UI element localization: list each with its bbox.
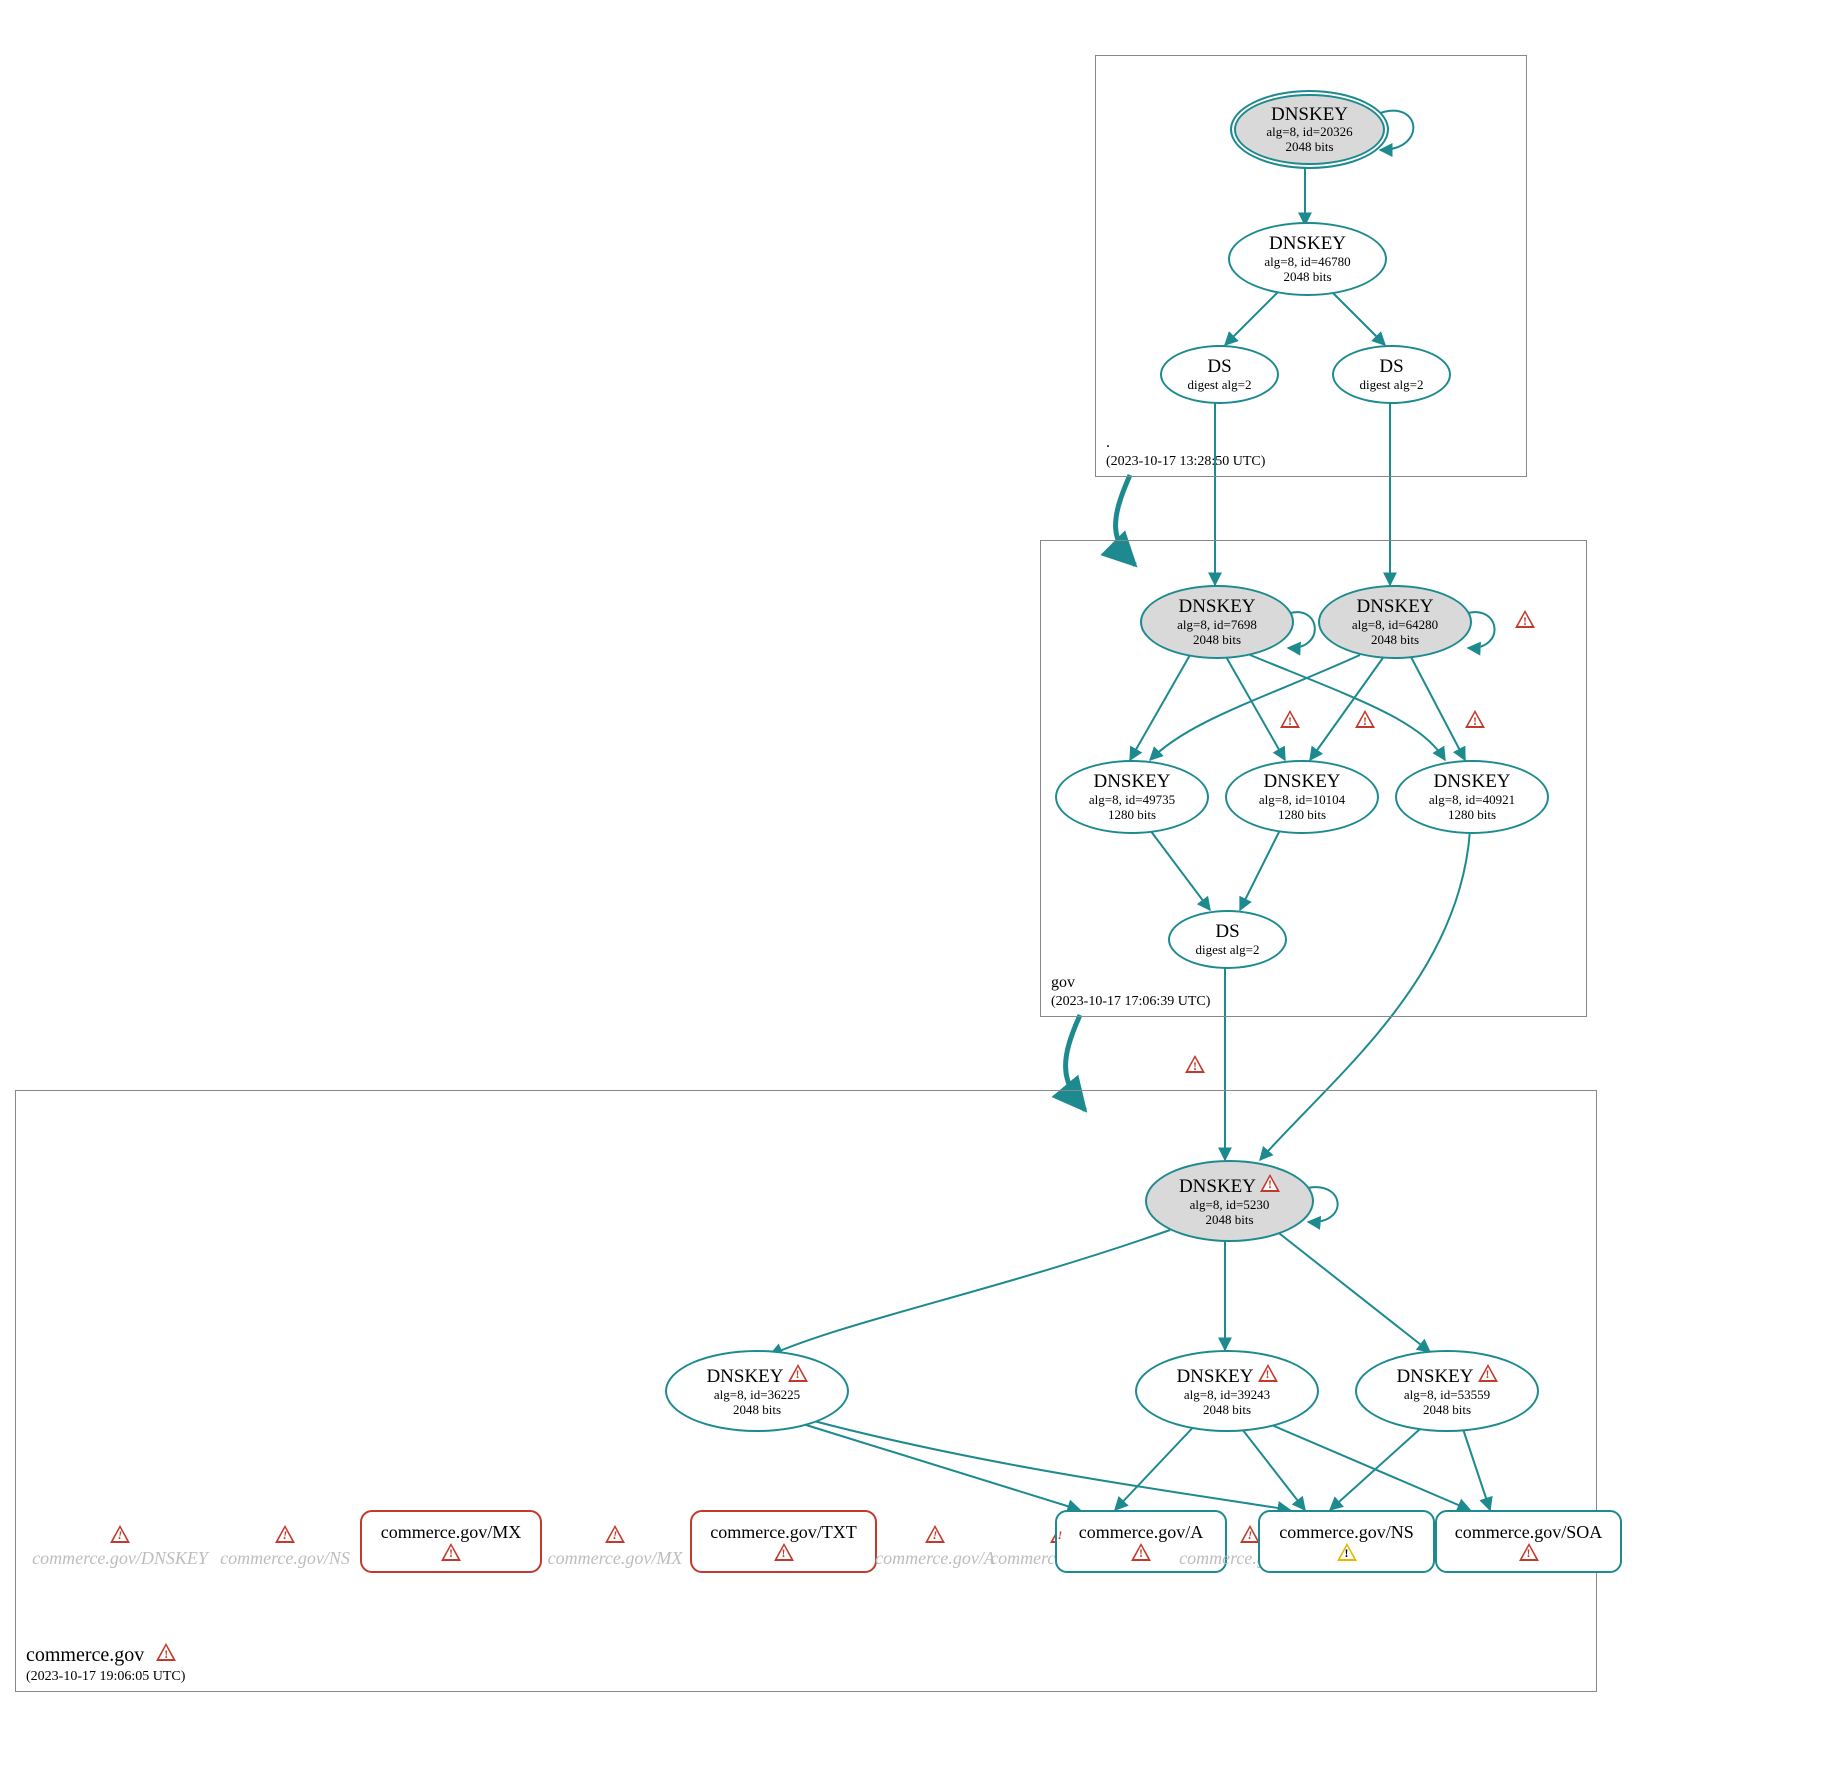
warning-icon: ! <box>1260 1174 1280 1192</box>
dnskey-gov-64280-bits: 2048 bits <box>1371 633 1419 648</box>
dnskey-com-36225[interactable]: DNSKEY ! alg=8, id=36225 2048 bits <box>665 1350 849 1432</box>
warning-icon: ! <box>1131 1543 1151 1561</box>
dnssec-graph-canvas: . (2023-10-17 13:28:50 UTC) DNSKEY alg=8… <box>0 0 1831 1779</box>
zone-root-name: . <box>1106 434 1110 451</box>
warning-icon: ! <box>441 1543 461 1561</box>
warning-icon: ! <box>1465 710 1485 732</box>
dnskey-label: DNSKEY ! <box>1179 1174 1280 1198</box>
dnskey-com-5230-alg: alg=8, id=5230 <box>1190 1198 1270 1213</box>
warning-icon: ! <box>1280 710 1300 732</box>
warning-icon: ! <box>110 1525 130 1543</box>
ds-root-2-digest: digest alg=2 <box>1359 378 1423 393</box>
rrset-txt-label: commerce.gov/TXT <box>710 1522 856 1543</box>
warning-icon: ! <box>1519 1543 1539 1561</box>
ghost-dnskey: ! commerce.gov/DNSKEY <box>30 1525 210 1568</box>
dnskey-root-20326-alg: alg=8, id=20326 <box>1266 125 1352 140</box>
rrset-ns[interactable]: commerce.gov/NS ! <box>1258 1510 1435 1573</box>
zone-commerce-label: commerce.gov ! (2023-10-17 19:06:05 UTC) <box>26 1643 185 1685</box>
dnskey-com-36225-bits: 2048 bits <box>733 1403 781 1418</box>
rrset-txt[interactable]: commerce.gov/TXT ! <box>690 1510 877 1573</box>
dnskey-label: DNSKEY ! <box>706 1364 807 1388</box>
dnskey-gov-10104-bits: 1280 bits <box>1278 808 1326 823</box>
dnskey-gov-49735[interactable]: DNSKEY alg=8, id=49735 1280 bits <box>1055 760 1209 834</box>
dnskey-label: DNSKEY <box>1263 771 1340 793</box>
dnskey-com-36225-alg: alg=8, id=36225 <box>714 1388 800 1403</box>
warning-icon: ! <box>774 1543 794 1561</box>
zone-commerce-ts: (2023-10-17 19:06:05 UTC) <box>26 1669 185 1684</box>
dnskey-root-46780-bits: 2048 bits <box>1283 270 1331 285</box>
warning-icon: ! <box>1185 1055 1205 1077</box>
dnskey-gov-49735-bits: 1280 bits <box>1108 808 1156 823</box>
warning-icon: ! <box>1478 1364 1498 1382</box>
ds-label: DS <box>1207 356 1231 378</box>
ghost-a: ! commerce.gov/A <box>870 1525 1000 1568</box>
warning-icon: ! <box>275 1525 295 1543</box>
dnskey-com-39243[interactable]: DNSKEY ! alg=8, id=39243 2048 bits <box>1135 1350 1319 1432</box>
dnskey-label: DNSKEY <box>1093 771 1170 793</box>
dnskey-label: DNSKEY <box>1269 233 1346 255</box>
dnskey-gov-40921-bits: 1280 bits <box>1448 808 1496 823</box>
dnskey-com-5230-bits: 2048 bits <box>1205 1213 1253 1228</box>
dnskey-com-53559-bits: 2048 bits <box>1423 1403 1471 1418</box>
dnskey-com-53559[interactable]: DNSKEY ! alg=8, id=53559 2048 bits <box>1355 1350 1539 1432</box>
dnskey-gov-7698[interactable]: DNSKEY alg=8, id=7698 2048 bits <box>1140 585 1294 659</box>
dnskey-gov-7698-bits: 2048 bits <box>1193 633 1241 648</box>
zone-gov-ts: (2023-10-17 17:06:39 UTC) <box>1051 994 1210 1009</box>
ds-label: DS <box>1379 356 1403 378</box>
dnskey-com-39243-bits: 2048 bits <box>1203 1403 1251 1418</box>
dnskey-gov-10104[interactable]: DNSKEY alg=8, id=10104 1280 bits <box>1225 760 1379 834</box>
dnskey-gov-64280[interactable]: DNSKEY alg=8, id=64280 2048 bits <box>1318 585 1472 659</box>
warning-icon: ! <box>605 1525 625 1543</box>
dnskey-gov-49735-alg: alg=8, id=49735 <box>1089 793 1175 808</box>
warning-yellow-icon: ! <box>1337 1543 1357 1561</box>
dnskey-gov-40921-alg: alg=8, id=40921 <box>1429 793 1515 808</box>
dnskey-gov-7698-alg: alg=8, id=7698 <box>1177 618 1257 633</box>
warning-icon: ! <box>1258 1364 1278 1382</box>
warning-icon: ! <box>1515 610 1535 632</box>
dnskey-label: DNSKEY <box>1433 771 1510 793</box>
zone-root-ts: (2023-10-17 13:28:50 UTC) <box>1106 454 1265 469</box>
warning-icon: ! <box>925 1525 945 1543</box>
dnskey-gov-40921[interactable]: DNSKEY alg=8, id=40921 1280 bits <box>1395 760 1549 834</box>
dnskey-label: DNSKEY ! <box>1176 1364 1277 1388</box>
dnskey-gov-10104-alg: alg=8, id=10104 <box>1259 793 1345 808</box>
dnskey-label: DNSKEY <box>1271 104 1348 126</box>
ghost-ns: ! commerce.gov/NS <box>210 1525 360 1568</box>
zone-gov-name: gov <box>1051 974 1075 991</box>
ds-gov[interactable]: DS digest alg=2 <box>1168 910 1287 969</box>
dnskey-com-53559-alg: alg=8, id=53559 <box>1404 1388 1490 1403</box>
dnskey-label: DNSKEY <box>1178 596 1255 618</box>
rrset-soa[interactable]: commerce.gov/SOA ! <box>1435 1510 1622 1573</box>
rrset-ns-label: commerce.gov/NS <box>1279 1522 1413 1543</box>
ds-root-2[interactable]: DS digest alg=2 <box>1332 345 1451 404</box>
dnskey-label: DNSKEY ! <box>1396 1364 1497 1388</box>
dnskey-gov-64280-alg: alg=8, id=64280 <box>1352 618 1438 633</box>
zone-gov-label: gov (2023-10-17 17:06:39 UTC) <box>1051 974 1210 1010</box>
dnskey-com-5230[interactable]: DNSKEY ! alg=8, id=5230 2048 bits <box>1145 1160 1314 1242</box>
rrset-mx[interactable]: commerce.gov/MX ! <box>360 1510 542 1573</box>
warning-icon: ! <box>788 1364 808 1382</box>
ds-root-1-digest: digest alg=2 <box>1187 378 1251 393</box>
zone-commerce-name: commerce.gov <box>26 1644 144 1666</box>
dnskey-com-39243-alg: alg=8, id=39243 <box>1184 1388 1270 1403</box>
warning-icon: ! <box>156 1643 176 1661</box>
zone-root-label: . (2023-10-17 13:28:50 UTC) <box>1106 434 1265 470</box>
dnskey-root-20326[interactable]: DNSKEY alg=8, id=20326 2048 bits <box>1230 90 1389 169</box>
dnskey-root-46780-alg: alg=8, id=46780 <box>1264 255 1350 270</box>
ds-label: DS <box>1215 921 1239 943</box>
dnskey-label: DNSKEY <box>1356 596 1433 618</box>
dnskey-root-46780[interactable]: DNSKEY alg=8, id=46780 2048 bits <box>1228 222 1387 296</box>
warning-icon: ! <box>1240 1525 1260 1543</box>
dnskey-root-20326-bits: 2048 bits <box>1285 140 1333 155</box>
ds-gov-digest: digest alg=2 <box>1195 943 1259 958</box>
warning-icon: ! <box>1355 710 1375 732</box>
ds-root-1[interactable]: DS digest alg=2 <box>1160 345 1279 404</box>
rrset-mx-label: commerce.gov/MX <box>381 1522 521 1543</box>
rrset-soa-label: commerce.gov/SOA <box>1455 1522 1602 1543</box>
ghost-mx: ! commerce.gov/MX <box>540 1525 690 1568</box>
